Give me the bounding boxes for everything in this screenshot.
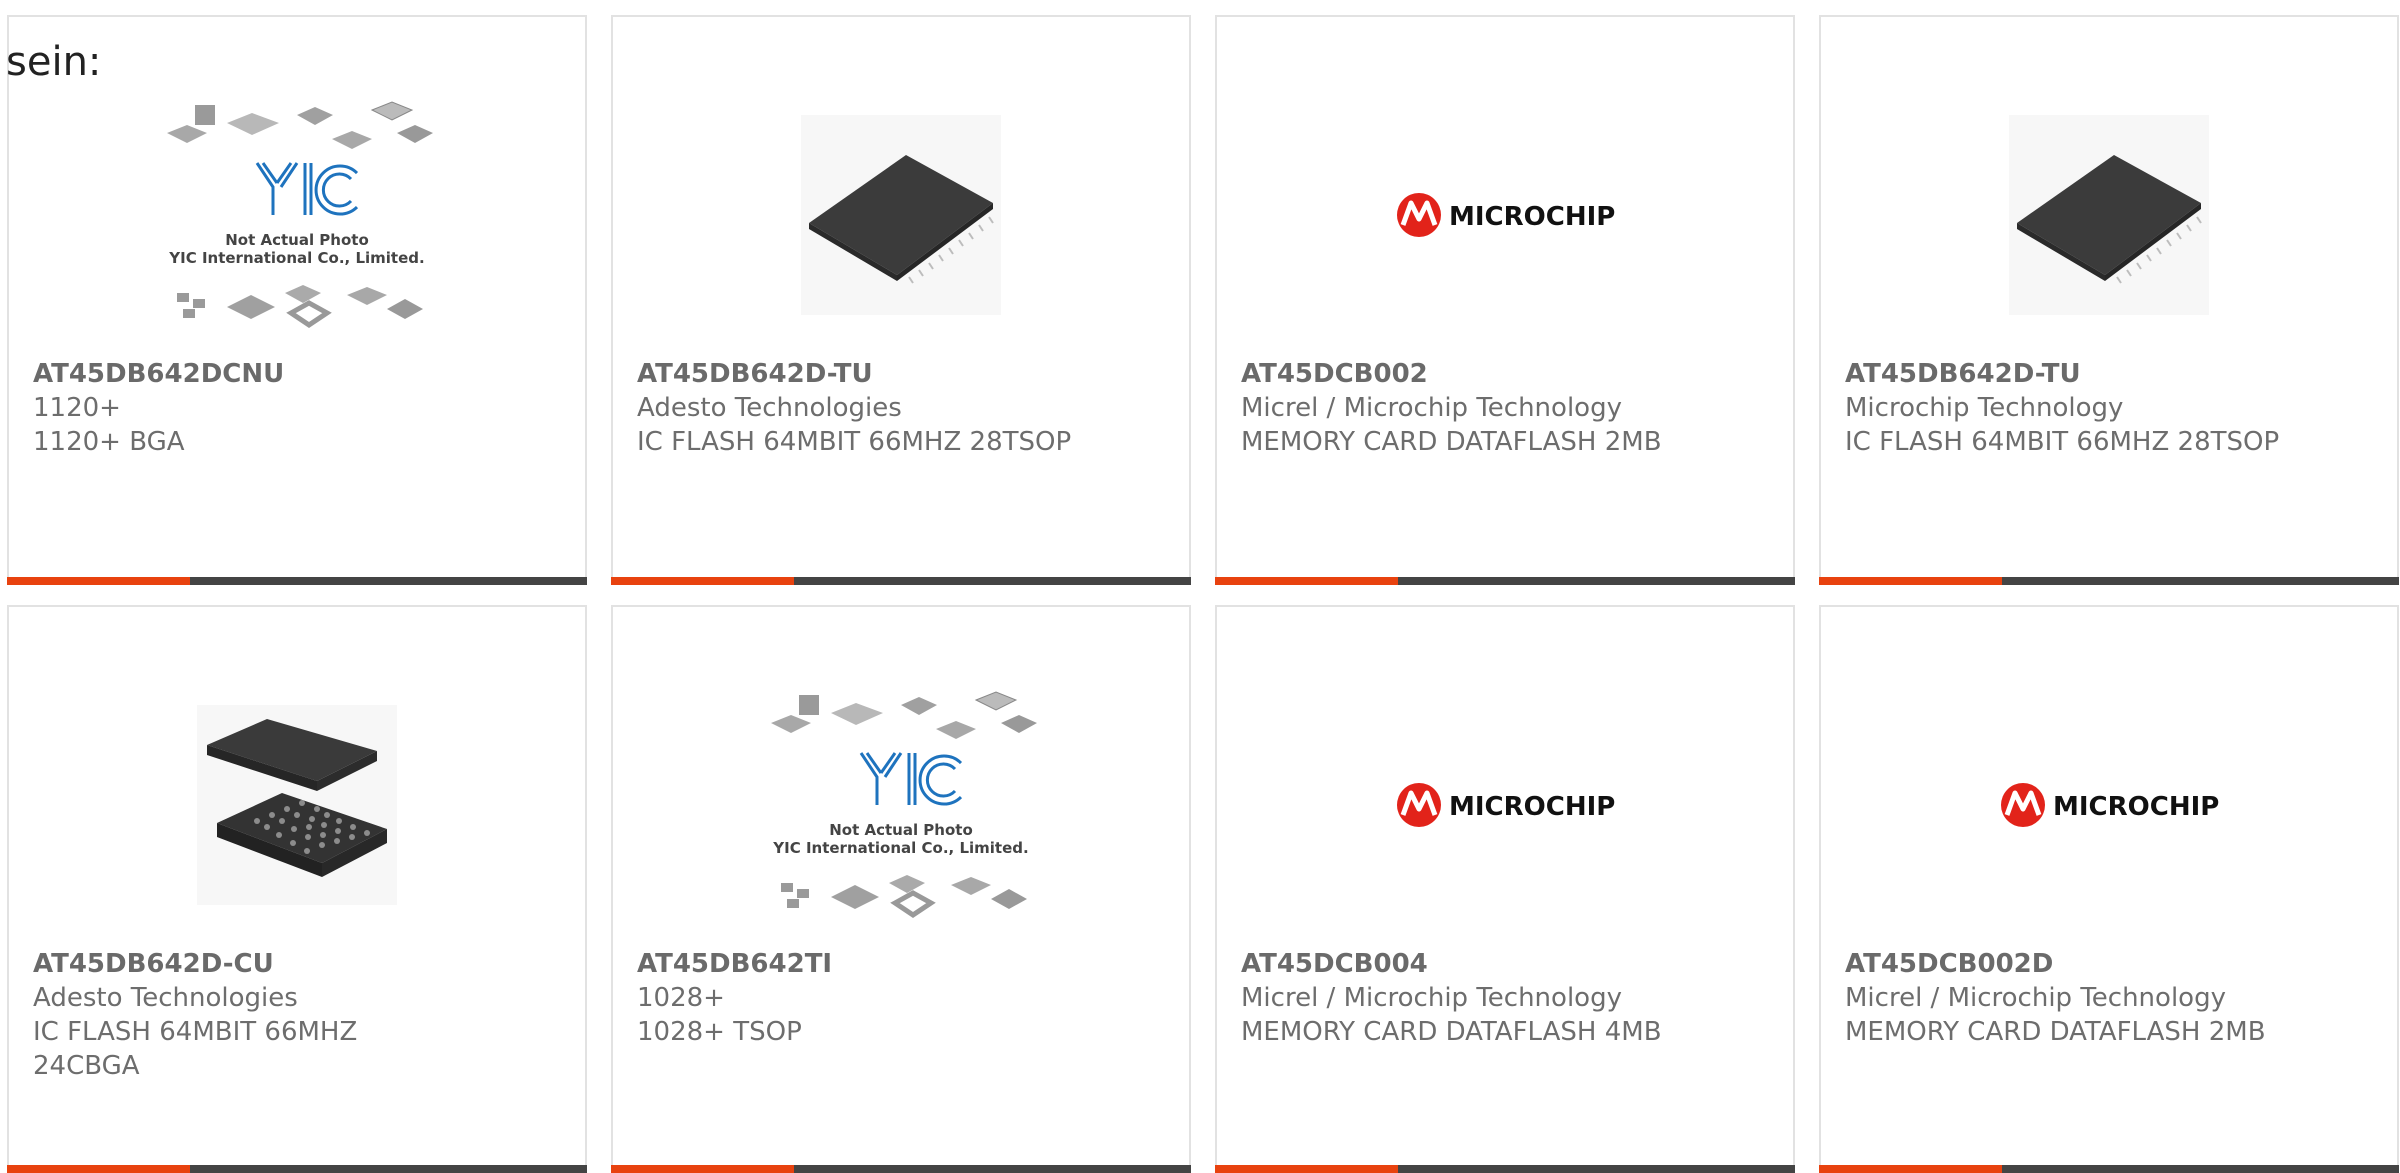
yic-caption-1: Not Actual Photo bbox=[225, 231, 369, 249]
microchip-logo: MICROCHIP bbox=[1397, 192, 1615, 237]
product-image: Not Actual Photo YIC International Co., … bbox=[9, 67, 585, 362]
microchip-logo-text: MICROCHIP bbox=[2053, 792, 2219, 822]
card-accent-bar bbox=[611, 577, 1191, 585]
manufacturer: Micrel / Microchip Technology bbox=[1241, 983, 1622, 1013]
card-accent-bar bbox=[7, 1165, 587, 1173]
product-image bbox=[1821, 67, 2397, 362]
product-info: AT45DB642D-TU Adesto Technologies IC FLA… bbox=[637, 357, 1169, 459]
card-accent-bar bbox=[1819, 1165, 2399, 1173]
product-card[interactable]: AT45DB642D-TU Microchip Technology IC FL… bbox=[1819, 15, 2399, 585]
product-card[interactable]: MICROCHIP AT45DCB004 Micrel / Microchip … bbox=[1215, 605, 1795, 1173]
product-line-2: 1028+ TSOP bbox=[637, 1017, 802, 1047]
description: IC FLASH 64MBIT 66MHZ 28TSOP bbox=[637, 427, 1072, 457]
bga-chip-image bbox=[197, 704, 397, 905]
manufacturer: Adesto Technologies bbox=[637, 393, 902, 423]
product-card[interactable]: MICROCHIP AT45DCB002 Micrel / Microchip … bbox=[1215, 15, 1795, 585]
product-grid-page: sein: Not Actual Photo YIC International… bbox=[0, 0, 2400, 1173]
card-accent-bar bbox=[7, 577, 587, 585]
manufacturer: Microchip Technology bbox=[1845, 393, 2124, 423]
product-card[interactable]: AT45DB642D-CU Adesto Technologies IC FLA… bbox=[7, 605, 587, 1173]
product-card[interactable]: Not Actual Photo YIC International Co., … bbox=[7, 15, 587, 585]
product-image: MICROCHIP bbox=[1821, 657, 2397, 952]
manufacturer: Micrel / Microchip Technology bbox=[1241, 393, 1622, 423]
product-image bbox=[9, 657, 585, 952]
product-card[interactable]: MICROCHIP AT45DCB002D Micrel / Microchip… bbox=[1819, 605, 2399, 1173]
manufacturer: Adesto Technologies bbox=[33, 983, 298, 1013]
part-number[interactable]: AT45DB642D-TU bbox=[1845, 357, 2377, 391]
description: MEMORY CARD DATAFLASH 4MB bbox=[1241, 1017, 1662, 1047]
microchip-logo-text: MICROCHIP bbox=[1449, 792, 1615, 822]
microchip-logo-text: MICROCHIP bbox=[1449, 202, 1615, 232]
product-info: AT45DB642DCNU 1120+ 1120+ BGA bbox=[33, 357, 565, 459]
product-image: MICROCHIP bbox=[1217, 67, 1793, 362]
part-number[interactable]: AT45DCB002 bbox=[1241, 357, 1773, 391]
card-accent-bar bbox=[1215, 1165, 1795, 1173]
yic-placeholder-image: Not Actual Photo YIC International Co., … bbox=[771, 690, 1037, 918]
part-number[interactable]: AT45DB642D-TU bbox=[637, 357, 1169, 391]
product-info: AT45DCB002 Micrel / Microchip Technology… bbox=[1241, 357, 1773, 459]
microchip-logo: MICROCHIP bbox=[1397, 782, 1615, 827]
product-line-1: 1120+ bbox=[33, 393, 121, 423]
product-image: Not Actual Photo YIC International Co., … bbox=[613, 657, 1189, 952]
product-info: AT45DB642D-TU Microchip Technology IC FL… bbox=[1845, 357, 2377, 459]
manufacturer: Micrel / Microchip Technology bbox=[1845, 983, 2226, 1013]
yic-caption-2: YIC International Co., Limited. bbox=[772, 839, 1028, 857]
tsop-chip-image bbox=[2009, 114, 2209, 315]
description: MEMORY CARD DATAFLASH 2MB bbox=[1845, 1017, 2266, 1047]
card-accent-bar bbox=[1215, 577, 1795, 585]
part-number[interactable]: AT45DB642DCNU bbox=[33, 357, 565, 391]
product-image: MICROCHIP bbox=[1217, 657, 1793, 952]
part-number[interactable]: AT45DB642D-CU bbox=[33, 947, 565, 981]
description-continued: 24CBGA bbox=[33, 1051, 140, 1081]
description: IC FLASH 64MBIT 66MHZ 28TSOP bbox=[1845, 427, 2280, 457]
tsop-chip-image bbox=[801, 114, 1001, 315]
card-accent-bar bbox=[611, 1165, 1191, 1173]
yic-placeholder-image: Not Actual Photo YIC International Co., … bbox=[167, 100, 433, 328]
product-info: AT45DCB002D Micrel / Microchip Technolog… bbox=[1845, 947, 2377, 1049]
microchip-logo: MICROCHIP bbox=[2001, 782, 2219, 827]
yic-caption-2: YIC International Co., Limited. bbox=[168, 249, 424, 267]
product-card[interactable]: Not Actual Photo YIC International Co., … bbox=[611, 605, 1191, 1173]
card-accent-bar bbox=[1819, 577, 2399, 585]
intro-text: sein: bbox=[6, 39, 102, 85]
part-number[interactable]: AT45DCB002D bbox=[1845, 947, 2377, 981]
part-number[interactable]: AT45DB642TI bbox=[637, 947, 1169, 981]
product-line-1: 1028+ bbox=[637, 983, 725, 1013]
product-info: AT45DCB004 Micrel / Microchip Technology… bbox=[1241, 947, 1773, 1049]
yic-caption-1: Not Actual Photo bbox=[829, 821, 973, 839]
product-info: AT45DB642D-CU Adesto Technologies IC FLA… bbox=[33, 947, 565, 1083]
part-number[interactable]: AT45DCB004 bbox=[1241, 947, 1773, 981]
description: MEMORY CARD DATAFLASH 2MB bbox=[1241, 427, 1662, 457]
product-image bbox=[613, 67, 1189, 362]
product-info: AT45DB642TI 1028+ 1028+ TSOP bbox=[637, 947, 1169, 1049]
description: IC FLASH 64MBIT 66MHZ bbox=[33, 1017, 358, 1047]
product-line-2: 1120+ BGA bbox=[33, 427, 185, 457]
product-card[interactable]: AT45DB642D-TU Adesto Technologies IC FLA… bbox=[611, 15, 1191, 585]
